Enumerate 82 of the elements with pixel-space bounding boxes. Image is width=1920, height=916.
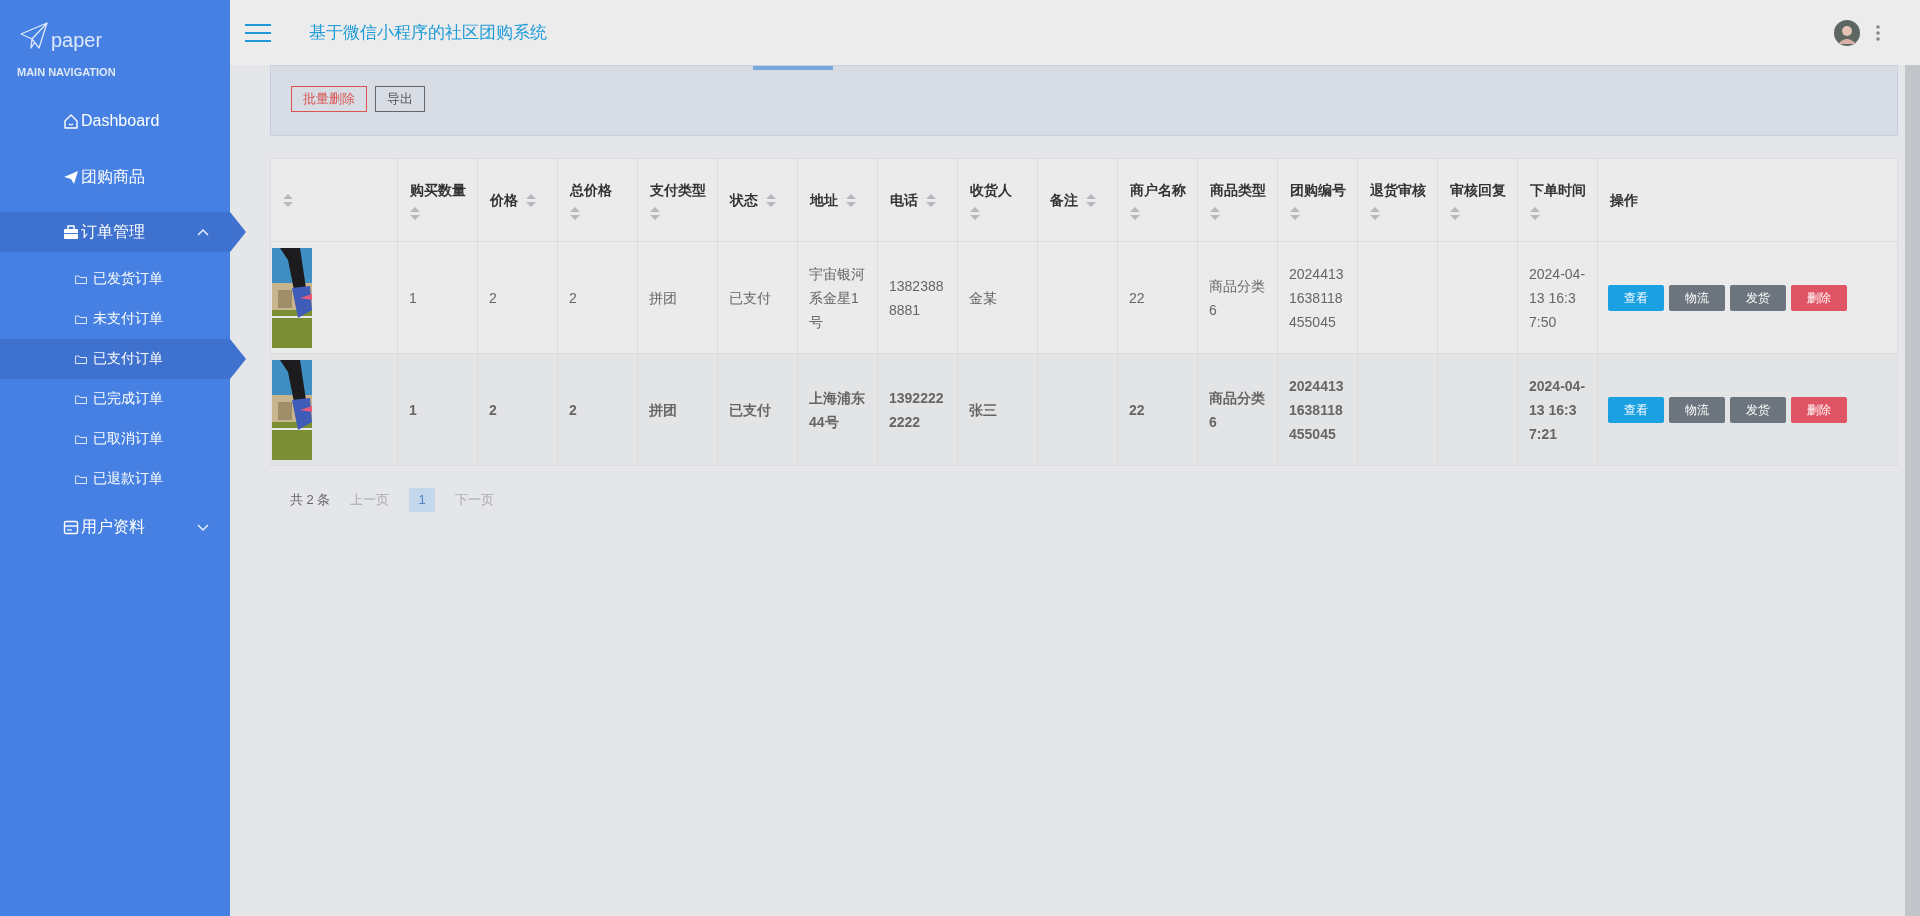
total-count: 共 2 条	[290, 491, 331, 509]
folder-icon	[75, 473, 87, 484]
folder-icon	[75, 433, 87, 444]
folder-icon	[75, 393, 87, 404]
table-cell: 商品分类6	[1209, 277, 1265, 318]
folder-icon	[75, 273, 87, 284]
table-cell: 1	[409, 401, 417, 418]
sidebar-subitem[interactable]: 未支付订单	[0, 298, 230, 339]
column-header: 收货人	[970, 181, 1012, 200]
table-cell: 20244131638118455045	[1289, 265, 1344, 330]
action-button[interactable]: 物流	[1669, 396, 1725, 423]
column-header: 购买数量	[410, 181, 466, 200]
column-header: 审核回复	[1450, 181, 1506, 200]
column-header: 商户名称	[1130, 181, 1186, 200]
sidebar-item[interactable]: 用户资料	[0, 506, 230, 547]
section-heading: MAIN NAVIGATION	[16, 65, 117, 80]
column-header: 操作	[1610, 190, 1638, 210]
column-header: 总价格	[570, 181, 612, 200]
folder-icon	[75, 313, 87, 324]
scrollbar[interactable]	[1905, 65, 1920, 916]
avatar[interactable]	[1834, 19, 1860, 46]
table-cell: 张三	[969, 401, 997, 418]
table-cell: 13922222222	[889, 389, 944, 430]
table-cell: 2	[489, 289, 497, 306]
toolbar-button[interactable]: 批量删除	[291, 86, 367, 112]
table-cell: 2	[569, 401, 577, 418]
table-cell: 22	[1129, 401, 1145, 418]
sidebar-subitem[interactable]: 已退款订单	[0, 458, 230, 499]
table-cell: 拼团	[649, 401, 677, 418]
folder-icon	[75, 353, 87, 364]
column-header: 电话	[890, 190, 918, 210]
column-header: 价格	[490, 190, 518, 210]
table-cell: 13823888881	[889, 277, 944, 318]
column-header: 商品类型	[1210, 181, 1266, 200]
column-header: 状态	[730, 190, 758, 210]
action-button[interactable]: 查看	[1608, 396, 1664, 423]
active-pointer-icon	[230, 338, 246, 379]
logo-text: paper	[51, 30, 103, 50]
table-cell: 20244131638118455045	[1289, 377, 1344, 442]
table-row[interactable]: 1 2 2 拼团 已支付 宇宙银河系金星1号 13823888881 金某 22 商品分类6 20244131638118455045 2024-04-13 16:37:50 查看 物流 发货 删除	[270, 241, 1898, 354]
sidebar-subitem[interactable]: 已取消订单	[0, 418, 230, 459]
table-cell: 2024-04-13 16:37:50	[1529, 265, 1586, 330]
active-pointer-icon	[230, 211, 246, 252]
table-cell: 22	[1129, 289, 1145, 306]
action-button[interactable]: 删除	[1791, 396, 1847, 423]
paper-plane-icon	[20, 22, 48, 50]
sidebar-subitem[interactable]: 已完成订单	[0, 378, 230, 419]
column-header: 支付类型	[650, 181, 706, 200]
column-header: 备注	[1050, 190, 1078, 210]
action-button[interactable]: 发货	[1730, 396, 1786, 423]
table-cell: 宇宙银河系金星1号	[809, 265, 865, 330]
table-cell: 已支付	[729, 401, 771, 418]
column-header: 团购编号	[1290, 181, 1346, 200]
send-icon	[63, 168, 79, 185]
action-button[interactable]: 物流	[1669, 284, 1725, 311]
action-button[interactable]: 查看	[1608, 284, 1664, 311]
briefcase-icon	[63, 223, 79, 240]
table-cell: 上海浦东44号	[809, 389, 865, 430]
table-cell: 商品分类6	[1209, 389, 1265, 430]
card-icon	[63, 518, 79, 535]
table-cell: 已支付	[729, 289, 771, 306]
column-header: 退货审核	[1370, 181, 1426, 200]
table-cell: 2	[489, 401, 497, 418]
page-button[interactable]: 1	[409, 488, 435, 512]
table-cell: 拼团	[649, 289, 677, 306]
table-cell: 金某	[969, 289, 997, 306]
action-button[interactable]: 删除	[1791, 284, 1847, 311]
toolbar-button[interactable]: 导出	[375, 86, 425, 112]
sidebar-item[interactable]: Dashboard	[0, 100, 230, 141]
more-icon[interactable]	[1876, 24, 1880, 41]
sidebar-subitem[interactable]: 已发货订单	[0, 258, 230, 299]
table-cell: 2	[569, 289, 577, 306]
action-button[interactable]: 发货	[1730, 284, 1786, 311]
column-header: 地址	[810, 190, 838, 210]
column-header: 下单时间	[1530, 181, 1586, 200]
table-cell: 2024-04-13 16:37:21	[1529, 377, 1586, 442]
table-cell: 1	[409, 289, 417, 306]
home-icon	[63, 112, 79, 129]
table-row[interactable]: 1 2 2 拼团 已支付 上海浦东44号 13922222222 张三 22 商品分类6 20244131638118455045 2024-04-13 16:37:21 查看 物流 发货 删除	[270, 353, 1898, 466]
app-title: 基于微信小程序的社区团购系统	[309, 21, 547, 44]
menu-icon[interactable]	[245, 22, 271, 43]
sidebar-item[interactable]: 团购商品	[0, 156, 230, 197]
